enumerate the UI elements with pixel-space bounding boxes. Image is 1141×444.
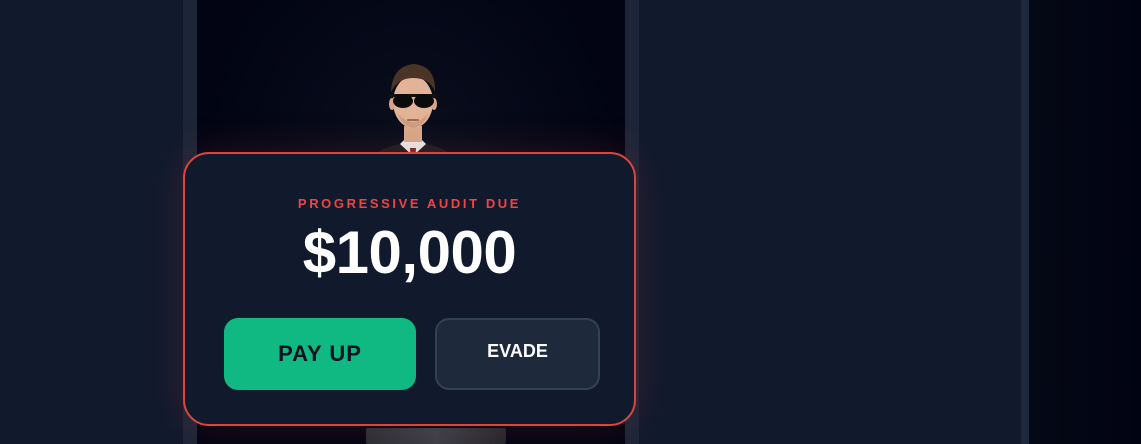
audit-modal: PROGRESSIVE AUDIT DUE $10,000 PAY UP EVA… [183,152,636,426]
column-divider-right [1021,0,1029,444]
far-right-background [1029,0,1141,444]
amount-due: $10,000 [302,219,517,286]
modal-title: PROGRESSIVE AUDIT DUE [297,196,522,211]
right-panel [639,0,1021,444]
left-background [0,0,183,444]
evade-button[interactable]: EVADE [435,318,600,390]
game-stage: PROGRESSIVE AUDIT DUE $10,000 PAY UP EVA… [0,0,1141,444]
agent-legs [366,428,506,444]
pay-up-button[interactable]: PAY UP [224,318,416,390]
